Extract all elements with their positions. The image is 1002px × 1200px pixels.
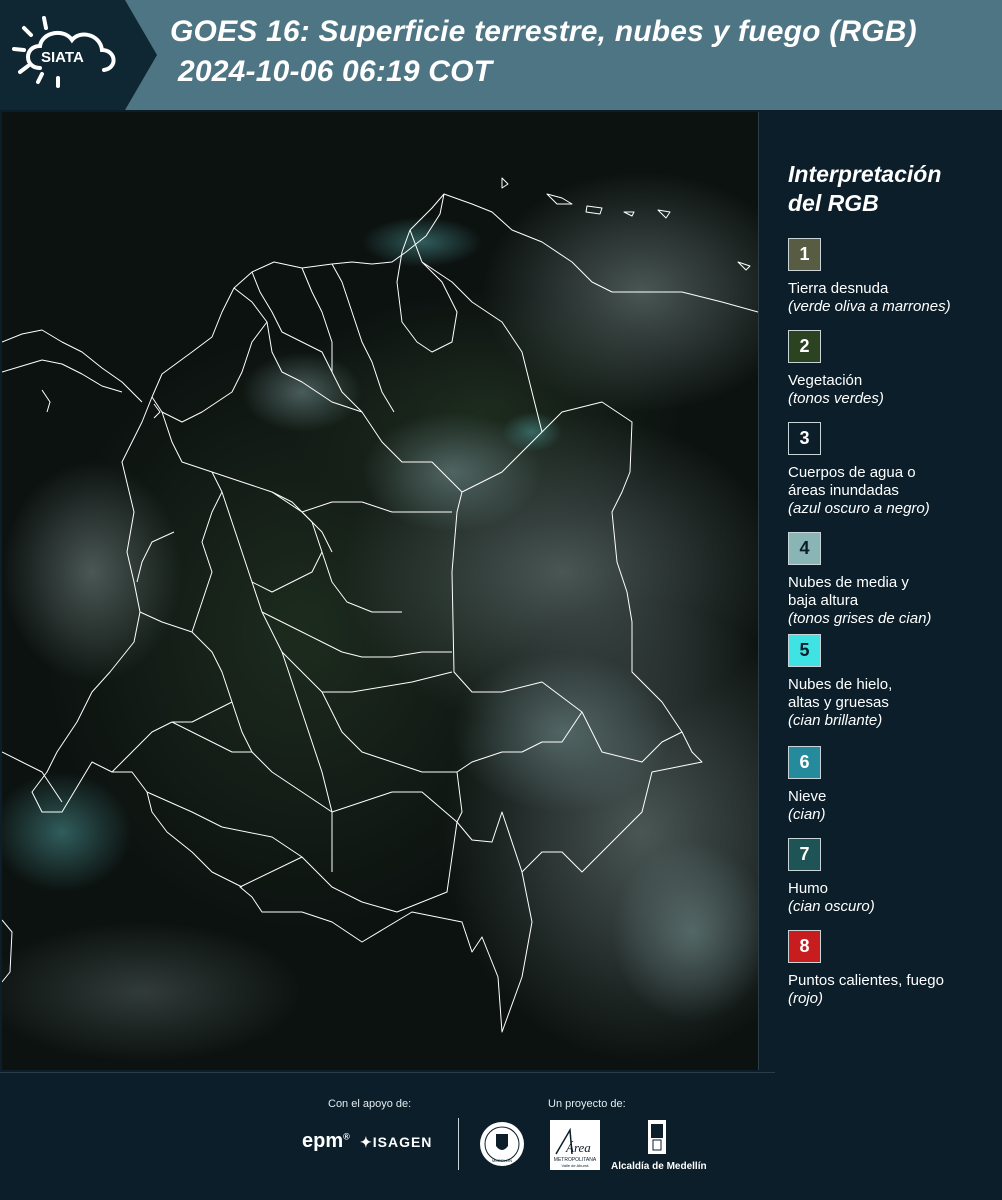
legend-item-nubes-hielo: 5 Nubes de hielo, altas y gruesas (cian … bbox=[788, 634, 998, 746]
footer-sponsors: Con el apoyo de: Un proyecto de: epm® ✦I… bbox=[0, 1072, 1002, 1200]
legend-item-nubes-media-baja: 4 Nubes de media y baja altura (tonos gr… bbox=[788, 532, 998, 634]
legend-item-nieve: 6 Nieve (cian) bbox=[788, 746, 998, 838]
legend-sublabel: (cian) bbox=[788, 806, 826, 823]
epm-logo-text: epm bbox=[302, 1130, 344, 1152]
legend-swatch: 7 bbox=[788, 838, 821, 871]
footer-divider-line bbox=[0, 1072, 775, 1073]
isagen-logo: ✦ISAGEN bbox=[360, 1134, 433, 1150]
legend-item-fuego: 8 Puntos calientes, fuego (rojo) bbox=[788, 930, 998, 1022]
legend-sublabel: (cian oscuro) bbox=[788, 898, 875, 915]
legend-swatch: 1 bbox=[788, 238, 821, 271]
header-banner: SIATA GOES 16: Superficie terrestre, nub… bbox=[0, 0, 1002, 110]
legend-item-vegetacion: 2 Vegetación (tonos verdes) bbox=[788, 330, 998, 422]
legend-sublabel: (rojo) bbox=[788, 990, 824, 1007]
satellite-map[interactable] bbox=[2, 112, 759, 1070]
satellite-image bbox=[2, 112, 758, 1070]
legend-title: Interpretación del RGB bbox=[788, 161, 942, 216]
legend-swatch: 2 bbox=[788, 330, 821, 363]
legend-swatch: 6 bbox=[788, 746, 821, 779]
siata-logo-text: SIATA bbox=[41, 49, 84, 66]
legend-swatch: 3 bbox=[788, 422, 821, 455]
legend-swatch: 4 bbox=[788, 532, 821, 565]
legend-item-humo: 7 Humo (cian oscuro) bbox=[788, 838, 998, 930]
image-timestamp: 2024-10-06 06:19 COT bbox=[178, 55, 493, 88]
legend-sublabel: (cian brillante) bbox=[788, 712, 883, 729]
project-caption: Un proyecto de: bbox=[548, 1098, 626, 1110]
legend-label: Cuerpos de agua o áreas inundadas bbox=[788, 464, 916, 499]
legend-sublabel: (tonos grises de cian) bbox=[788, 610, 932, 627]
alcaldia-logo-text: Alcaldía de Medellín bbox=[611, 1161, 707, 1172]
page-title: GOES 16: Superficie terrestre, nubes y f… bbox=[170, 15, 917, 48]
legend-swatch: 5 bbox=[788, 634, 821, 667]
legend-item-tierra-desnuda: 1 Tierra desnuda (verde oliva a marrones… bbox=[788, 238, 998, 330]
legend-label: Tierra desnuda bbox=[788, 280, 889, 297]
epm-logo: epm® bbox=[302, 1130, 350, 1152]
support-caption: Con el apoyo de: bbox=[328, 1098, 412, 1110]
area-logo-subtext-2: Valle de Aburrá bbox=[561, 1163, 589, 1168]
legend-label: Humo bbox=[788, 880, 829, 897]
footer-vertical-divider bbox=[458, 1118, 459, 1170]
legend-sublabel: (verde oliva a marrones) bbox=[788, 298, 951, 315]
area-logo-text: Área bbox=[565, 1140, 591, 1155]
legend-sublabel: (tonos verdes) bbox=[788, 390, 884, 407]
legend-label: Puntos calientes, fuego bbox=[788, 972, 944, 989]
legend-sublabel: (azul oscuro a negro) bbox=[788, 500, 930, 517]
seal-text: MEDELLÍN bbox=[492, 1158, 512, 1163]
legend-label: Nubes de media y baja altura bbox=[788, 574, 909, 609]
siata-logo-panel: SIATA bbox=[0, 0, 157, 110]
siata-logo: SIATA bbox=[12, 16, 116, 88]
isagen-logo-text: ISAGEN bbox=[372, 1134, 433, 1150]
legend-label: Nieve bbox=[788, 788, 827, 805]
legend-label: Vegetación bbox=[788, 372, 863, 389]
legend-label: Nubes de hielo, altas y gruesas bbox=[788, 676, 893, 711]
medellin-seal-logo: MEDELLÍN bbox=[480, 1122, 524, 1166]
legend-item-cuerpos-de-agua: 3 Cuerpos de agua o áreas inundadas (azu… bbox=[788, 422, 998, 532]
alcaldia-shield-logo bbox=[648, 1120, 666, 1154]
area-metropolitana-logo: Área METROPOLITANA Valle de Aburrá bbox=[550, 1120, 600, 1170]
legend-swatch: 8 bbox=[788, 930, 821, 963]
rgb-legend: Interpretación del RGB 1 Tierra desnuda … bbox=[788, 160, 998, 1022]
